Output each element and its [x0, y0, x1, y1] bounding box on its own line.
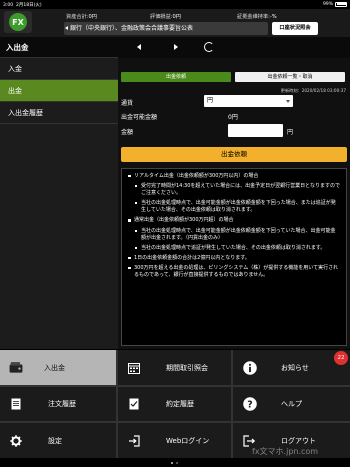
account-status-button[interactable]: 口座状況照会 [272, 22, 318, 35]
notice-item: 1日の出金依頼金額の合計は2億円以内となります。 [128, 255, 340, 262]
notice-subitem: 当社の出金処理時点で追証が発生していた場合、その出金依頼は取り消されます。 [128, 245, 340, 252]
notice-item: リアルタイム出金（出金依頼額が300万円以内）の場合 [128, 173, 340, 180]
sidebar: 入出金 入金 出金 入出金履歴 [0, 37, 118, 349]
notice-subitem: 当社の出金処理時点で、出金可能金額が出金依頼金額を下回った場合、または追証が発生… [128, 200, 340, 214]
wallet-icon [9, 361, 23, 373]
available-amount-label: 出金可能金額 [121, 114, 158, 121]
margin-ratio: 証拠金維持率:-% [237, 14, 277, 20]
submit-withdrawal-button[interactable]: 出金依頼 [121, 147, 347, 162]
notice-box: リアルタイム出金（出金依頼額が300万円以内）の場合 受付完了時間が14:30を… [121, 168, 347, 346]
menu-help-button[interactable]: ? ヘルプ [233, 387, 350, 421]
sidebar-item-history[interactable]: 入出金履歴 [0, 102, 118, 124]
nav-bar [118, 37, 350, 58]
battery-percent: 99% [322, 1, 333, 7]
news-ticker[interactable]: 銀行（中央銀行）、金融政策会合議事要旨公表 [64, 22, 268, 35]
page-dot [176, 462, 178, 464]
notification-badge: 22 [334, 351, 348, 365]
notice-item: 300万円を超える出金の処理は、ピリングシステム（株）が提供する機能を用いて実行… [128, 265, 340, 279]
currency-select[interactable]: 円 [204, 95, 293, 107]
withdrawal-panel: 出金依頼 出金依頼一覧・取消 更新時刻：2020/02/18 03:00:37 … [118, 58, 350, 349]
app-logo[interactable]: FX [4, 11, 32, 33]
available-amount-value: 0円 [228, 114, 238, 121]
ticker-arrow-icon [65, 26, 68, 30]
status-right: 99% [322, 1, 347, 7]
watermark: fx文マホ.jpn.com [252, 447, 319, 456]
forward-icon[interactable] [174, 44, 178, 50]
menu-settings-button[interactable]: 設定 [0, 423, 116, 458]
svg-text:?: ? [247, 400, 252, 411]
amount-input[interactable] [228, 124, 283, 137]
refresh-icon[interactable] [204, 42, 214, 52]
menu-news-button[interactable]: お知らせ [233, 350, 350, 385]
gear-icon [10, 434, 22, 447]
bottom-menu: 入出金 期間取引照会 お知らせ 注文履歴 約定履歴 ? ヘルプ 設定 Webログ… [0, 350, 350, 458]
menu-period-report-button[interactable]: 期間取引照会 [118, 350, 231, 385]
chevron-down-icon [286, 99, 290, 103]
back-icon[interactable] [137, 44, 141, 50]
document-icon [11, 398, 21, 410]
status-bar: 3:00 2月18日(火) 99% [0, 0, 350, 9]
amount-label: 金額 [121, 129, 134, 136]
menu-deposit-button[interactable]: 入出金 [0, 350, 116, 385]
page-dot [171, 462, 173, 464]
menu-executed-history-button[interactable]: 約定履歴 [118, 387, 231, 421]
login-icon [129, 434, 140, 447]
amount-unit: 円 [287, 129, 294, 136]
menu-web-login-button[interactable]: Webログイン [118, 423, 231, 458]
notice-item: 通常出金（出金依頼額が300万円超）の場合 [128, 217, 340, 224]
currency-label: 通貨 [121, 100, 134, 107]
battery-icon [335, 1, 347, 7]
help-icon: ? [243, 397, 257, 411]
update-timestamp: 更新時刻：2020/02/18 03:00:37 [280, 88, 346, 93]
status-time: 3:00 2月18日(火) [3, 2, 42, 8]
notice-subitem: 当社の出金処理時点で、出金可能金額が出金依頼金額を下回っていた場合、出金可能金額… [128, 228, 340, 242]
info-icon [243, 360, 257, 375]
menu-order-history-button[interactable]: 注文履歴 [0, 387, 116, 421]
unrealized-pnl: 評価損益:0円 [150, 14, 181, 20]
calendar-icon [128, 362, 140, 374]
logo-mark: FX [9, 13, 27, 31]
sidebar-item-withdrawal[interactable]: 出金 [0, 80, 118, 102]
sidebar-title: 入出金 [0, 37, 118, 58]
checklist-icon [129, 398, 139, 410]
sidebar-item-deposit[interactable]: 入金 [0, 58, 118, 80]
assets-total: 資産合計:0円 [66, 14, 97, 20]
tab-withdrawal-list[interactable]: 出金依頼一覧・取消 [235, 72, 345, 82]
tab-withdrawal-request[interactable]: 出金依頼 [121, 72, 231, 82]
logout-icon [243, 434, 255, 447]
notice-subitem: 受付完了時間が14:30を超えていた場合には、出金予定日が翌銀行営業日となります… [128, 183, 340, 197]
bottom-bar [0, 458, 350, 467]
